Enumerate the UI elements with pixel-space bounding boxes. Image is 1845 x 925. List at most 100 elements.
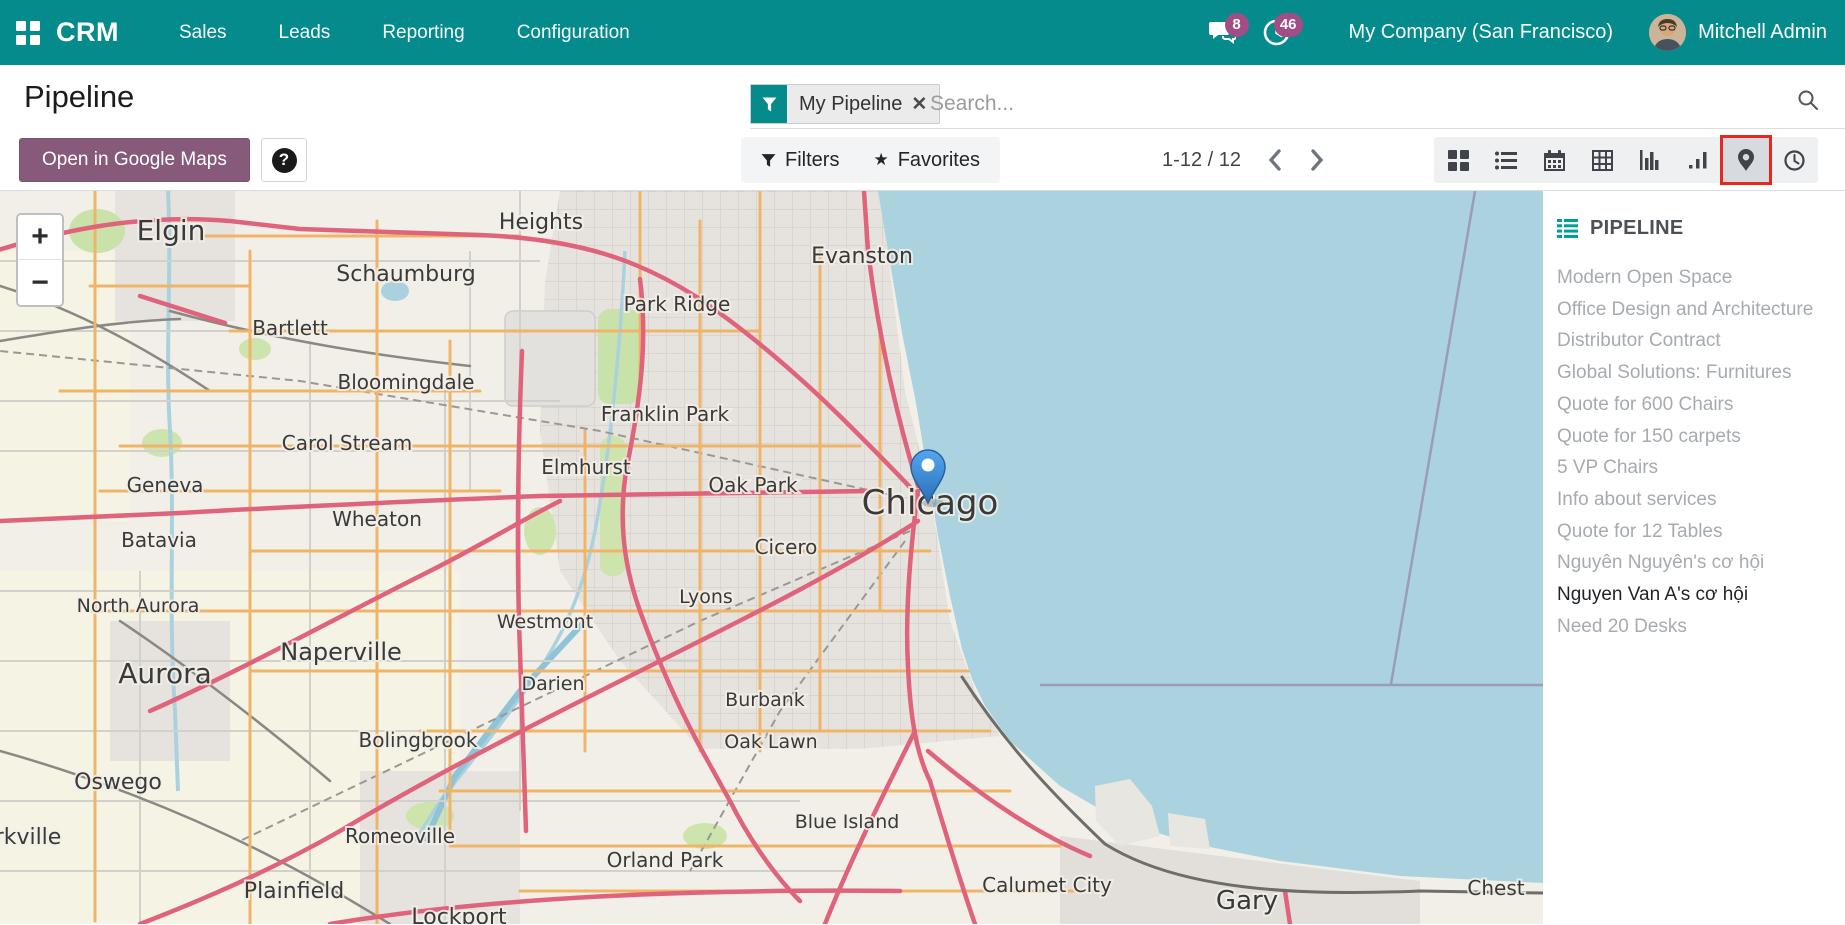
map-zoom-control: + − [16, 213, 64, 307]
list-icon [1557, 219, 1578, 238]
search-facet-my-pipeline[interactable]: My Pipeline ✕ [750, 84, 940, 124]
pager-previous-icon[interactable] [1267, 148, 1283, 172]
clock-view-icon [1784, 150, 1805, 171]
map-city-label: Batavia [121, 528, 197, 552]
map-city-label: Park Ridge [624, 292, 731, 316]
open-google-maps-button[interactable]: Open in Google Maps [19, 138, 250, 182]
activity-view-icon [1688, 151, 1709, 169]
zoom-out-button[interactable]: − [18, 260, 62, 305]
view-switcher-graph[interactable] [1626, 137, 1674, 183]
app-brand[interactable]: CRM [56, 17, 119, 48]
map-city-label: Gary [1216, 886, 1278, 916]
page-title: Pipeline [24, 79, 134, 115]
zoom-in-button[interactable]: + [18, 215, 62, 260]
sidebar-record-item[interactable]: Nguyen Van A's cơ hội [1557, 579, 1831, 611]
map-city-label: Aurora [118, 657, 212, 690]
map-city-label: Lyons [679, 586, 733, 608]
map-city-label: Oswego [74, 770, 162, 795]
search-input[interactable] [930, 84, 1830, 124]
pager-counter: 1-12 / 12 [1162, 149, 1241, 172]
map-city-label: Elmhurst [541, 455, 631, 479]
map-city-label: Bolingbrook [359, 728, 478, 752]
sidebar-record-item[interactable]: Nguyên Nguyên's cơ hội [1557, 547, 1831, 579]
map-city-label: Carol Stream [282, 431, 413, 455]
sidebar-record-item[interactable]: Quote for 600 Chairs [1557, 389, 1831, 421]
view-switcher-kanban[interactable] [1434, 137, 1482, 183]
sidebar-record-item[interactable]: Quote for 12 Tables [1557, 516, 1831, 548]
messages-button[interactable]: 8 [1201, 11, 1245, 55]
view-switcher-clock[interactable] [1770, 137, 1818, 183]
map-city-label: North Aurora [77, 595, 200, 617]
map-city-label: Elgin [137, 214, 206, 247]
help-button[interactable]: ? [261, 138, 307, 182]
map-city-label: Geneva [127, 473, 204, 497]
apps-grid-icon [15, 20, 41, 46]
sidebar-record-item[interactable]: Modern Open Space [1557, 262, 1831, 294]
funnel-icon [761, 153, 776, 168]
facet-remove-icon[interactable]: ✕ [911, 93, 927, 116]
map-city-label: Cicero [755, 535, 818, 559]
view-switcher-calendar[interactable] [1530, 137, 1578, 183]
map-city-label: Westmont [497, 611, 593, 633]
search-icon[interactable] [1797, 89, 1819, 116]
map-city-label: Evanston [811, 244, 913, 269]
sidebar-record-item[interactable]: Need 20 Desks [1557, 611, 1831, 643]
sidebar-record-item[interactable]: Office Design and Architecture [1557, 294, 1831, 326]
menu-item-leads[interactable]: Leads [257, 12, 353, 54]
view-switcher-activity[interactable] [1674, 137, 1722, 183]
messages-badge: 8 [1225, 13, 1249, 37]
view-switcher-pivot[interactable] [1578, 137, 1626, 183]
facet-filter-chip [751, 85, 787, 123]
map-city-label: Franklin Park [601, 402, 730, 426]
menu-item-sales[interactable]: Sales [157, 12, 249, 54]
view-switcher-list[interactable] [1482, 137, 1530, 183]
map-view[interactable]: HeightsElginSchaumburgEvanstonPark Ridge… [0, 191, 1543, 924]
pivot-view-icon [1592, 150, 1613, 171]
help-icon: ? [272, 148, 297, 173]
map-city-label: Romeoville [345, 824, 455, 848]
graph-view-icon [1640, 150, 1661, 170]
map-city-label: rkville [0, 825, 61, 850]
topbar-right: 8 46 My Company (San Francisco) [1201, 0, 1845, 65]
user-name: Mitchell Admin [1698, 21, 1827, 44]
kanban-view-icon [1448, 150, 1469, 171]
view-switcher-map[interactable] [1722, 137, 1770, 183]
favorites-button[interactable]: ★ Favorites [873, 149, 980, 172]
apps-menu-button[interactable] [0, 0, 56, 65]
user-menu[interactable]: Mitchell Admin [1649, 14, 1827, 51]
sidebar-record-item[interactable]: Quote for 150 carpets [1557, 421, 1831, 453]
control-panel: Open in Google Maps ? Filters ★ Favorite… [0, 129, 1845, 191]
content: HeightsElginSchaumburgEvanstonPark Ridge… [0, 191, 1845, 924]
sidebar-record-list: Modern Open SpaceOffice Design and Archi… [1557, 262, 1831, 642]
sidebar-record-item[interactable]: Info about services [1557, 484, 1831, 516]
map-city-label: Calumet City [982, 873, 1112, 897]
sidebar-record-item[interactable]: Global Solutions: Furnitures [1557, 357, 1831, 389]
sidebar-title: PIPELINE [1590, 217, 1684, 240]
sidebar-record-item[interactable]: 5 VP Chairs [1557, 452, 1831, 484]
top-navbar: CRM SalesLeadsReportingConfiguration 8 4… [0, 0, 1845, 65]
view-switcher [1434, 137, 1818, 183]
activities-badge: 46 [1274, 13, 1303, 37]
map-city-label: Naperville [280, 638, 402, 666]
map-canvas[interactable]: HeightsElginSchaumburgEvanstonPark Ridge… [0, 191, 1543, 924]
menu-item-configuration[interactable]: Configuration [495, 12, 652, 54]
activities-button[interactable]: 46 [1255, 11, 1299, 55]
pager: 1-12 / 12 [1162, 129, 1325, 191]
map-city-label: Oak Lawn [724, 731, 817, 753]
menu-item-reporting[interactable]: Reporting [360, 12, 486, 54]
filters-button[interactable]: Filters [761, 149, 839, 172]
map-city-label: Burbank [725, 689, 805, 711]
pager-next-icon[interactable] [1309, 148, 1325, 172]
avatar [1649, 14, 1686, 51]
sidebar-record-item[interactable]: Distributor Contract [1557, 325, 1831, 357]
map-city-label: Orland Park [607, 848, 724, 872]
map-city-label: Darien [521, 673, 584, 695]
map-city-label: Schaumburg [336, 262, 475, 287]
map-city-label: Bloomingdale [338, 370, 475, 394]
calendar-view-icon [1544, 150, 1565, 171]
filters-favorites-group: Filters ★ Favorites [741, 137, 1000, 183]
star-icon: ★ [873, 150, 888, 170]
search-bar[interactable]: My Pipeline ✕ [750, 65, 1845, 129]
company-switcher[interactable]: My Company (San Francisco) [1349, 21, 1614, 44]
app-menu: SalesLeadsReportingConfiguration [157, 12, 652, 54]
